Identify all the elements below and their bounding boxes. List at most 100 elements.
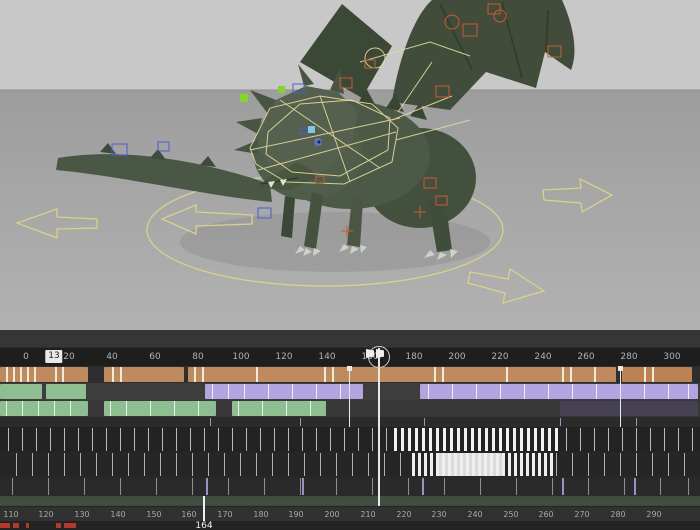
keyframe[interactable] (32, 453, 33, 476)
keyframe[interactable] (422, 478, 424, 495)
track-dense-2[interactable] (0, 452, 700, 477)
keyframe[interactable] (634, 478, 636, 495)
clip[interactable] (560, 401, 698, 416)
keyframe[interactable] (562, 367, 564, 382)
keyframe[interactable] (492, 428, 495, 451)
keyframe[interactable] (120, 428, 121, 451)
keyframe[interactable] (412, 453, 415, 476)
keyframe[interactable] (386, 428, 387, 451)
keyframe[interactable] (562, 478, 564, 495)
keyframe[interactable] (112, 367, 114, 382)
keyframe[interactable] (304, 453, 305, 476)
keyframe[interactable] (208, 453, 209, 476)
bottom-frame-ruler[interactable]: 1101201301401501601701801902002102202302… (0, 506, 700, 521)
keyframe[interactable] (332, 367, 334, 382)
keyframe[interactable] (408, 428, 411, 451)
keyframe[interactable] (394, 428, 397, 451)
keyframe[interactable] (336, 478, 337, 495)
keyframe[interactable] (6, 401, 7, 416)
playhead-flag-icon[interactable] (366, 349, 374, 358)
keyframe[interactable] (644, 384, 645, 399)
keyframe[interactable] (352, 453, 353, 476)
keyframe[interactable] (650, 428, 651, 451)
keyframe[interactable] (471, 428, 474, 451)
keyframe[interactable] (424, 453, 427, 476)
keyframe[interactable] (444, 478, 445, 495)
keyframe[interactable] (400, 453, 401, 476)
keyframe[interactable] (194, 367, 196, 382)
keyframe[interactable] (204, 428, 205, 451)
keyframe[interactable] (192, 453, 193, 476)
keyframe[interactable] (502, 453, 505, 476)
keyframe[interactable] (128, 453, 129, 476)
keyframe[interactable] (442, 453, 445, 476)
keyframe[interactable] (443, 428, 446, 451)
keyframe[interactable] (27, 367, 29, 382)
keyframe[interactable] (368, 453, 369, 476)
keyframe[interactable] (70, 401, 71, 416)
keyframe[interactable] (588, 478, 589, 495)
keyframe[interactable] (624, 478, 625, 495)
keyframe[interactable] (232, 428, 233, 451)
keyframe[interactable] (224, 453, 225, 476)
keyframe[interactable] (126, 401, 127, 416)
keyframe[interactable] (484, 453, 487, 476)
keyframe[interactable] (513, 428, 516, 451)
keyframe[interactable] (636, 418, 637, 426)
playhead-flag-icon[interactable] (376, 349, 384, 358)
keyframe[interactable] (156, 478, 157, 495)
keyframe[interactable] (466, 453, 469, 476)
keyframe[interactable] (594, 367, 596, 382)
keyframe[interactable] (64, 428, 65, 451)
track-clips-c[interactable] (0, 400, 700, 417)
keyframe[interactable] (78, 428, 79, 451)
keyframe[interactable] (644, 367, 646, 382)
keyframe[interactable] (460, 453, 463, 476)
keyframe[interactable] (608, 428, 609, 451)
keyframe[interactable] (6, 367, 8, 382)
keyframe[interactable] (506, 367, 508, 382)
keyframe[interactable] (292, 384, 293, 399)
keyframe[interactable] (544, 453, 547, 476)
keyframe[interactable] (450, 428, 453, 451)
keyframe[interactable] (302, 428, 303, 451)
keyframe[interactable] (340, 384, 341, 399)
keyframe[interactable] (262, 401, 263, 416)
playhead[interactable] (378, 348, 380, 506)
keyframe[interactable] (55, 367, 57, 382)
keyframe[interactable] (176, 453, 177, 476)
keyframe[interactable] (192, 478, 193, 495)
keyframe[interactable] (596, 384, 597, 399)
keyframe[interactable] (160, 453, 161, 476)
keyframe[interactable] (190, 428, 191, 451)
start-frame-box[interactable]: 13 (45, 350, 62, 363)
keyframe[interactable] (434, 367, 436, 382)
keyframe[interactable] (300, 478, 301, 495)
keyframe[interactable] (688, 384, 689, 399)
keyframe[interactable] (162, 428, 163, 451)
keyframe[interactable] (106, 428, 107, 451)
keyframe[interactable] (538, 453, 541, 476)
keyframe[interactable] (8, 428, 9, 451)
keyframe[interactable] (572, 384, 573, 399)
clip[interactable] (0, 497, 700, 505)
keyframe[interactable] (358, 428, 359, 451)
keyframe[interactable] (668, 384, 669, 399)
keyframe[interactable] (238, 401, 239, 416)
keyframe[interactable] (176, 428, 177, 451)
keyframe[interactable] (300, 418, 301, 426)
keyframe[interactable] (429, 428, 432, 451)
keyframe[interactable] (548, 428, 551, 451)
keyframe[interactable] (372, 428, 373, 451)
keyframe[interactable] (344, 428, 345, 451)
clip[interactable] (104, 367, 184, 382)
keyframe[interactable] (490, 453, 493, 476)
keyframe[interactable] (408, 478, 409, 495)
clip[interactable] (0, 401, 88, 416)
keyframe[interactable] (48, 453, 49, 476)
viewport-3d[interactable] (0, 0, 700, 330)
keyframe[interactable] (684, 453, 685, 476)
keyframe[interactable] (256, 453, 257, 476)
keyframe[interactable] (16, 453, 17, 476)
track-green-strip[interactable] (0, 496, 700, 506)
